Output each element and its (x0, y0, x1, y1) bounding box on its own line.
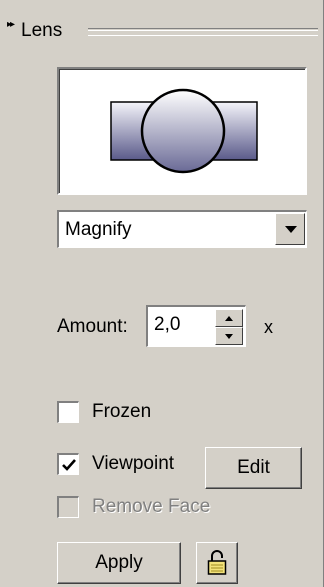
dropdown-button[interactable] (275, 213, 305, 245)
arrow-up-icon (225, 316, 233, 321)
amount-field[interactable]: 2,0 (146, 305, 246, 347)
viewpoint-checkbox[interactable] (57, 453, 79, 475)
unlocked-padlock-icon (207, 550, 227, 575)
remove-face-checkbox (57, 496, 79, 518)
edit-button-label: Edit (237, 457, 270, 478)
viewpoint-label: Viewpoint (92, 453, 175, 474)
lens-type-select[interactable]: Magnify (57, 210, 307, 248)
frozen-checkbox[interactable] (57, 401, 79, 423)
remove-face-label: Remove Face (92, 496, 211, 517)
chevron-down-icon (285, 226, 297, 233)
edit-button[interactable]: Edit (205, 447, 302, 489)
checkmark-icon (62, 459, 76, 471)
amount-unit: x (264, 317, 273, 337)
lens-preview (57, 67, 307, 195)
header-divider (88, 28, 318, 36)
amount-value: 2,0 (154, 314, 181, 335)
apply-button-label: Apply (95, 552, 143, 573)
amount-label: Amount: (57, 316, 128, 337)
spin-down-button[interactable] (215, 327, 243, 345)
panel-header: ▸▸ Lens (0, 0, 324, 60)
spin-up-button[interactable] (215, 309, 243, 327)
double-arrow-right-icon[interactable]: ▸▸ (7, 20, 15, 30)
panel-title: Lens (21, 20, 63, 41)
amount-spinner (215, 309, 243, 345)
apply-button[interactable]: Apply (57, 542, 181, 584)
lens-type-value: Magnify (65, 219, 132, 240)
arrow-down-icon (225, 334, 233, 339)
lock-button[interactable] (196, 542, 238, 584)
frozen-label: Frozen (92, 401, 152, 422)
lens-docker-panel: ▸▸ Lens Magnify Amount: 2,0 x Frozen Vie… (0, 0, 324, 587)
lens-magnify-preview-icon (110, 88, 258, 174)
